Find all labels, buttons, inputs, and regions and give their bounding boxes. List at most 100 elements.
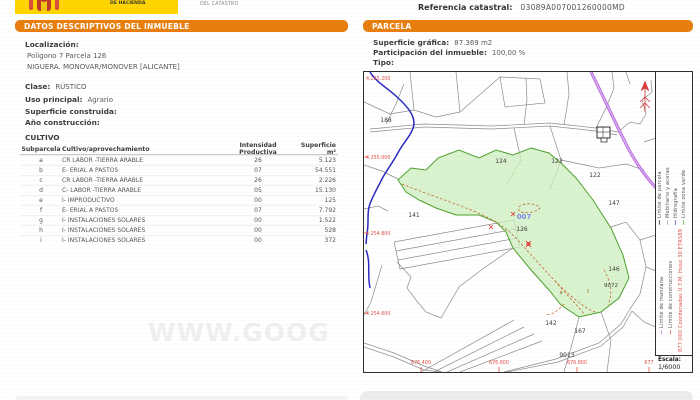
table-cell: E- ERIAL A PASTOS (62, 207, 222, 214)
table-cell: 15.130 (294, 187, 338, 194)
coord-label-bottom: 676.600 (489, 360, 509, 366)
superficie-grafica-row: Superficie gráfica: 87.369 m2 (373, 38, 492, 47)
tipo-label: Tipo: (373, 58, 394, 67)
table-row: hI- INSTALACIONES SOLARES00528 (20, 225, 338, 235)
subparcel-letter: a (559, 290, 562, 296)
table-cell: e (20, 197, 62, 204)
left-section-header: DATOS DESCRIPTIVOS DEL INMUEBLE (15, 20, 348, 32)
parcel-label: 141 (408, 212, 420, 219)
parcel-label: 142 (545, 320, 557, 327)
table-cell: 372 (294, 237, 338, 244)
table-cell: CR LABOR -TIERRA ARABLE (62, 177, 222, 184)
table-cell: 528 (294, 227, 338, 234)
parcel-label: 146 (608, 266, 620, 273)
coord-label-left: 4.255.000 (366, 155, 390, 161)
table-cell: d (20, 187, 62, 194)
legend-item: — Límite de manzana (659, 190, 665, 335)
participacion-row: Participación del inmueble: 100,00 % (373, 48, 525, 57)
parcel-label: 9013 (559, 352, 574, 359)
localizacion-line1: Poligono 7 Parcela 126 (27, 52, 106, 60)
table-cell: 00 (222, 237, 294, 244)
legend-item: — Límite de construcciones (668, 190, 674, 335)
table-cell: 7.792 (294, 207, 338, 214)
parcel-label: 147 (608, 200, 620, 207)
table-row: iI- INSTALACIONES SOLARES00372 (20, 235, 338, 245)
map-legend: — Límite de parcela — Mobiliario y acera… (655, 72, 692, 372)
right-section-header: PARCELA (363, 20, 693, 32)
map-scale: Escala: 1/6000 (655, 355, 692, 372)
coord-system-note: 877.000 Coordenadas U.T.M. Huso 30 ETRS8… (678, 212, 684, 352)
table-cell: b (20, 167, 62, 174)
coord-label-left: 4.254.800 (366, 231, 390, 237)
table-row: aCR LABOR -TIERRA ARABLE265.123 (20, 155, 338, 165)
referencia-value: 03089A007001260000MD (520, 3, 625, 12)
localizacion-line2: NIGUERA. MONOVAR/MONOVER [ALICANTE] (27, 63, 180, 71)
coord-label-left: 4.254.600 (366, 311, 390, 317)
table-header-cell: Superficie m² (294, 142, 338, 156)
table-cell: f (20, 207, 62, 214)
north-arrow-icon (640, 81, 650, 112)
table-row: eI- IMPRODUCTIVO00125 (20, 195, 338, 205)
subparcel-letter: f (587, 289, 589, 295)
table-cell: 00 (222, 217, 294, 224)
table-cell: h (20, 227, 62, 234)
table-cell: g (20, 217, 62, 224)
table-cell: CR LABOR -TIERRA ARABLE (62, 157, 222, 164)
table-row: fE- ERIAL A PASTOS077.792 (20, 205, 338, 215)
table-header-cell: Subparcela (20, 146, 62, 153)
table-header-cell: Intensidad Productiva (222, 142, 294, 156)
table-cell: 125 (294, 197, 338, 204)
table-cell: I- INSTALACIONES SOLARES (62, 227, 222, 234)
parcel-label: 123 (551, 158, 563, 165)
cadastral-document-page: DE HACIENDA DIRECCIÓN GENERAL DEL CATAST… (0, 0, 700, 400)
referencia-label: Referencia catastral: (418, 3, 512, 12)
cadastral-map: 188 124 123 122 141 147 146 9072 142 167… (363, 71, 693, 373)
clase-row: Clase: RÚSTICO (25, 82, 86, 91)
catastro-org-label: DIRECCIÓN GENERAL DEL CATASTRO (200, 0, 320, 10)
table-cell: I- INSTALACIONES SOLARES (62, 237, 222, 244)
uso-principal-row: Uso principal: Agrario (25, 95, 113, 104)
table-cell: 1.522 (294, 217, 338, 224)
table-row: gI- INSTALACIONES SOLARES001.522 (20, 215, 338, 225)
legend-item: — Límite zona verde (681, 100, 687, 225)
polygon-number-label: 007 (517, 213, 532, 221)
table-cell: 26 (222, 177, 294, 184)
table-row: dC- LABOR -TIERRA ARABLE0515.130 (20, 185, 338, 195)
subject-parcel-label: 126 (516, 226, 528, 233)
table-header-cell: Cultivo/aprovechamiento (62, 146, 222, 153)
next-section-band (360, 391, 693, 400)
parcel-label: 122 (589, 172, 601, 179)
coord-label-left: 4.255.200 (366, 76, 390, 82)
table-cell: 54.551 (294, 167, 338, 174)
table-cell: 00 (222, 227, 294, 234)
table-cell: 05 (222, 187, 294, 194)
table-cell: a (20, 157, 62, 164)
next-section-band (15, 396, 348, 400)
referencia-catastral: Referencia catastral: 03089A007001260000… (418, 3, 625, 12)
table-cell: 2.226 (294, 177, 338, 184)
table-cell: 00 (222, 197, 294, 204)
table-cell: I- IMPRODUCTIVO (62, 197, 222, 204)
parcel-label: 167 (574, 328, 586, 335)
superficie-construida-row: Superficie construida: (25, 107, 122, 116)
table-cell: i (20, 237, 62, 244)
ministry-label: DE HACIENDA (110, 1, 145, 6)
table-cell: E- ERIAL A PASTOS (62, 167, 222, 174)
table-cell: 07 (222, 207, 294, 214)
coord-label-bottom: 676.800 (567, 360, 587, 366)
cultivo-title: CULTIVO (25, 133, 60, 142)
parcel-label: 9072 (604, 283, 618, 289)
parcel-label: 188 (380, 117, 392, 124)
table-cell: c (20, 177, 62, 184)
table-row: cCR LABOR -TIERRA ARABLE262.226 (20, 175, 338, 185)
table-cell: I- INSTALACIONES SOLARES (62, 217, 222, 224)
localizacion-label: Localización: (25, 40, 79, 49)
cultivo-table: SubparcelaCultivo/aprovechamientoIntensi… (20, 144, 338, 245)
table-row: bE- ERIAL A PASTOS0754.551 (20, 165, 338, 175)
table-cell: 07 (222, 167, 294, 174)
escala-value: 1/6000 (658, 364, 692, 371)
table-cell: 26 (222, 157, 294, 164)
parcel-label: 124 (495, 158, 507, 165)
coord-label-bottom: 676.400 (411, 360, 431, 366)
table-cell: C- LABOR -TIERRA ARABLE (62, 187, 222, 194)
